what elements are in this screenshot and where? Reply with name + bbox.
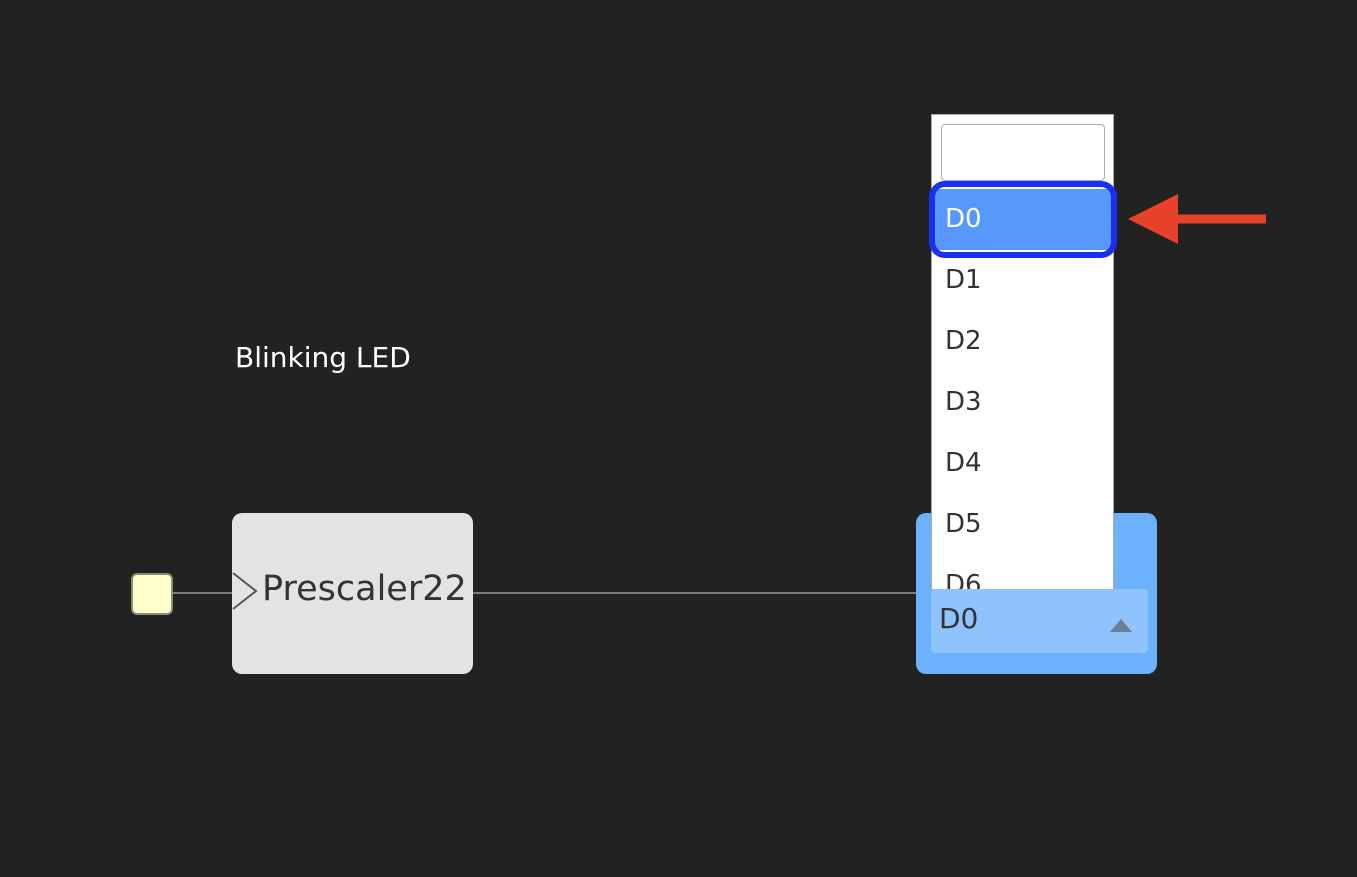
prescaler-label: Prescaler22	[262, 569, 467, 609]
pin-select-value: D0	[939, 602, 979, 635]
output-wire	[473, 592, 916, 594]
dropdown-options-list: D0 D1 D2 D3 D4 D5 D6	[932, 189, 1113, 589]
dropdown-option[interactable]: D3	[932, 372, 1113, 433]
dropdown-search-input[interactable]	[941, 124, 1105, 181]
circuit-canvas[interactable]: Blinking LED Prescaler22 D0 D0 D1 D2 D3 D4 D5…	[0, 0, 1357, 877]
prescaler-block[interactable]: Prescaler22	[232, 513, 473, 674]
dropdown-option[interactable]: D0	[932, 189, 1113, 250]
red-arrow-icon	[1128, 194, 1266, 244]
caret-up-icon[interactable]	[1110, 619, 1132, 632]
pin-select[interactable]: D0	[931, 589, 1148, 653]
pin-select-dropdown[interactable]: D0 D1 D2 D3 D4 D5 D6	[931, 114, 1114, 589]
clock-input-pin[interactable]	[131, 573, 173, 615]
dropdown-option[interactable]: D4	[932, 433, 1113, 494]
canvas-title: Blinking LED	[235, 341, 411, 374]
dropdown-option[interactable]: D2	[932, 311, 1113, 372]
dropdown-option[interactable]: D1	[932, 250, 1113, 311]
dropdown-option[interactable]: D6	[932, 555, 1113, 589]
input-wire	[171, 592, 233, 594]
clock-input-icon	[232, 572, 258, 610]
dropdown-option[interactable]: D5	[932, 494, 1113, 555]
